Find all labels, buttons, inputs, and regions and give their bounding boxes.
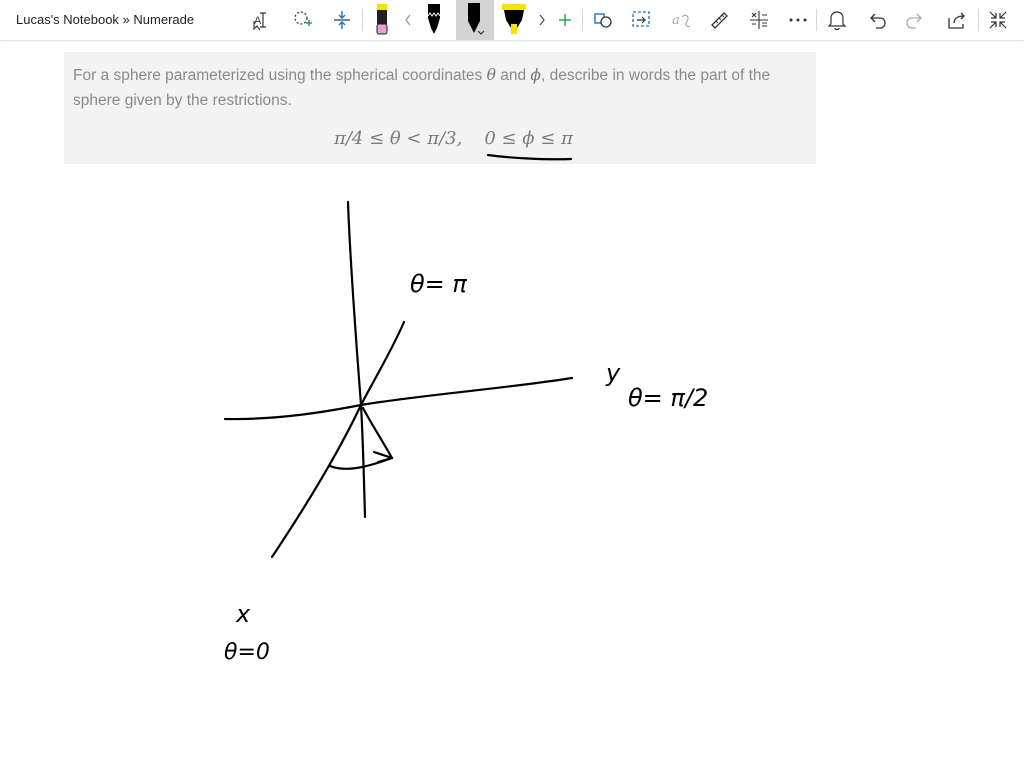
angle-arrow-stroke [361,406,394,464]
redo-icon[interactable] [902,4,928,36]
highlighter-icon[interactable] [500,4,528,36]
undo-icon[interactable] [864,4,890,36]
lasso-convert-icon[interactable] [628,4,654,36]
angle-arc-stroke [328,456,394,470]
problem-statement: For a sphere parameterized using the sph… [64,52,816,164]
share-icon[interactable] [944,4,970,36]
problem-text-and: and [495,67,531,84]
phi-symbol: ϕ [530,66,541,84]
add-space-icon[interactable] [328,4,356,36]
notifications-bell-icon[interactable] [824,4,850,36]
x-axis-label: x [235,600,251,628]
x-axis-stroke [270,320,406,559]
notebook-title: Lucas's Notebook » Numerade [16,12,195,27]
toolbar-divider [362,9,363,31]
toolbar-divider [978,9,979,31]
add-pen-icon[interactable] [554,4,576,36]
ballpoint-pen-icon[interactable] [422,4,446,36]
y-axis-label: y [605,359,621,387]
theta-restriction: π/4 ≤ θ < π/3, [334,128,463,149]
ink-to-shape-icon[interactable] [590,4,616,36]
more-icon[interactable] [786,4,810,36]
phi-restriction: 0 ≤ ϕ ≤ π [484,128,573,149]
eraser-pen-icon[interactable] [370,4,394,36]
chevron-left-icon[interactable] [400,4,416,36]
toolbar-divider [816,9,817,31]
toolbar-divider [582,9,583,31]
theta-symbol: θ [486,66,496,84]
text-select-icon[interactable]: A [248,4,276,36]
chevron-right-icon[interactable] [534,4,550,36]
lasso-select-icon[interactable] [288,4,316,36]
math-icon[interactable] [746,4,772,36]
ink-to-math-icon[interactable]: a [668,4,694,36]
svg-text:a: a [672,13,680,28]
fullscreen-icon[interactable] [986,4,1010,36]
ruler-icon[interactable] [706,4,732,36]
theta-pi-label: θ= π [410,270,467,298]
selected-pen-icon[interactable] [462,3,488,36]
y-axis-stroke [223,376,574,421]
ribbon-toolbar: Lucas's Notebook » Numerade A a [0,0,1024,41]
problem-text-part1: For a sphere parameterized using the sph… [73,67,487,84]
theta-pi-half-label: θ= π/2 [628,384,708,412]
z-axis-stroke [346,200,367,519]
restriction-formula: π/4 ≤ θ < π/3, 0 ≤ ϕ ≤ π [334,128,573,149]
svg-text:A: A [254,15,262,27]
problem-text: For a sphere parameterized using the sph… [73,63,813,113]
theta-zero-label: θ=0 [224,640,270,665]
